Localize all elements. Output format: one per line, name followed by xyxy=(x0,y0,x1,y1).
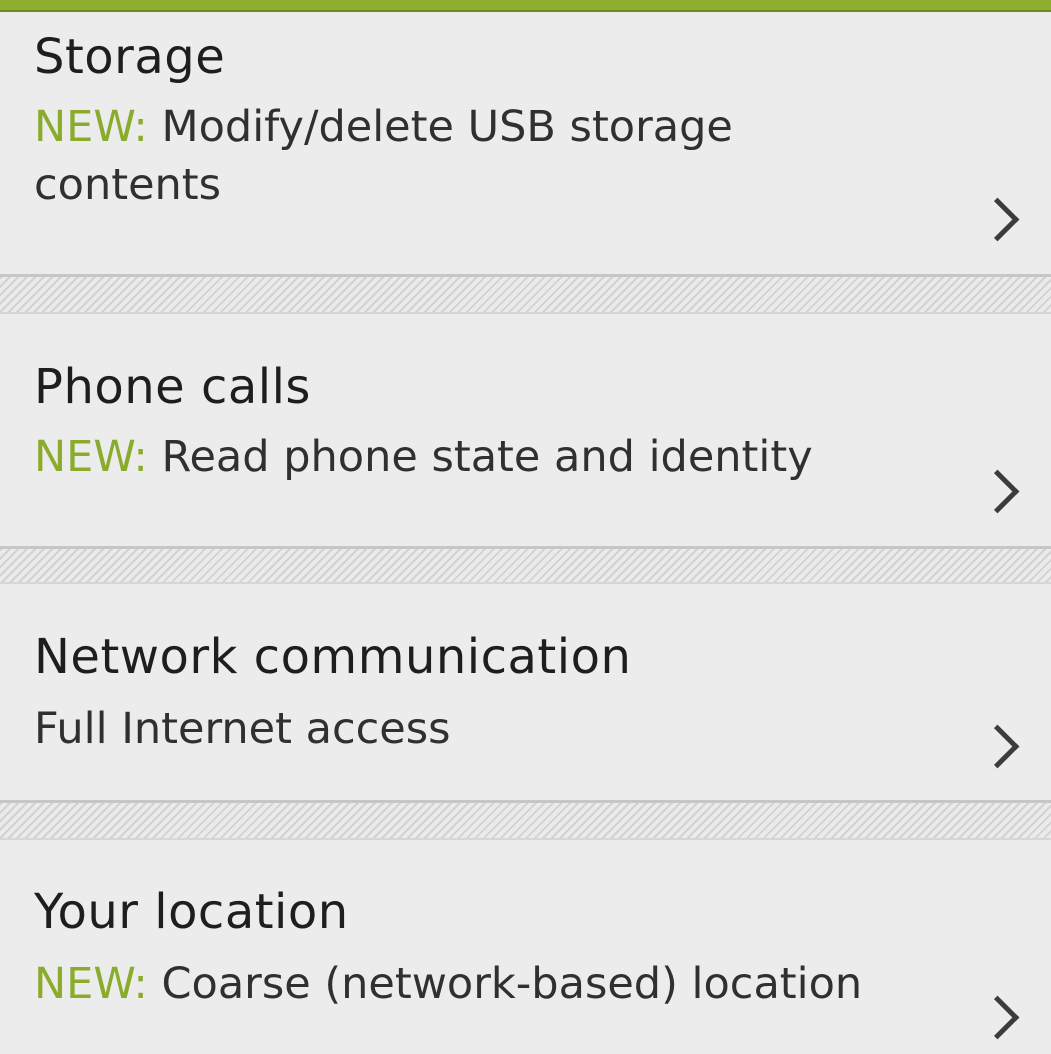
list-separator xyxy=(0,546,1051,584)
permission-item-network-communication[interactable]: Network communication Full Internet acce… xyxy=(0,584,1051,800)
list-separator xyxy=(0,274,1051,314)
permission-description-text: Read phone state and identity xyxy=(161,432,813,482)
new-badge: NEW: xyxy=(34,432,148,482)
chevron-right-icon xyxy=(975,995,1020,1040)
list-separator xyxy=(0,800,1051,840)
chevron-right-icon xyxy=(975,197,1020,242)
permission-description-text: Full Internet access xyxy=(34,704,451,754)
permission-description-text: Coarse (network-based) location xyxy=(161,959,863,1009)
permission-title: Storage xyxy=(34,29,226,85)
permission-description: Full Internet access xyxy=(34,700,894,758)
permission-description: NEW: Coarse (network-based) location xyxy=(34,955,894,1013)
accent-top-bar xyxy=(0,0,1051,12)
permission-title: Phone calls xyxy=(34,359,311,415)
permission-title: Your location xyxy=(34,884,349,940)
permission-title: Network communication xyxy=(34,629,632,685)
new-badge: NEW: xyxy=(34,959,148,1009)
permission-description: NEW: Modify/delete USB storage contents xyxy=(34,98,894,214)
permission-item-storage[interactable]: Storage NEW: Modify/delete USB storage c… xyxy=(0,12,1051,274)
permission-item-phone-calls[interactable]: Phone calls NEW: Read phone state and id… xyxy=(0,314,1051,546)
chevron-right-icon xyxy=(975,724,1020,769)
new-badge: NEW: xyxy=(34,102,148,152)
chevron-right-icon xyxy=(975,469,1020,514)
permission-item-your-location[interactable]: Your location NEW: Coarse (network-based… xyxy=(0,840,1051,1054)
permission-description: NEW: Read phone state and identity xyxy=(34,428,894,486)
